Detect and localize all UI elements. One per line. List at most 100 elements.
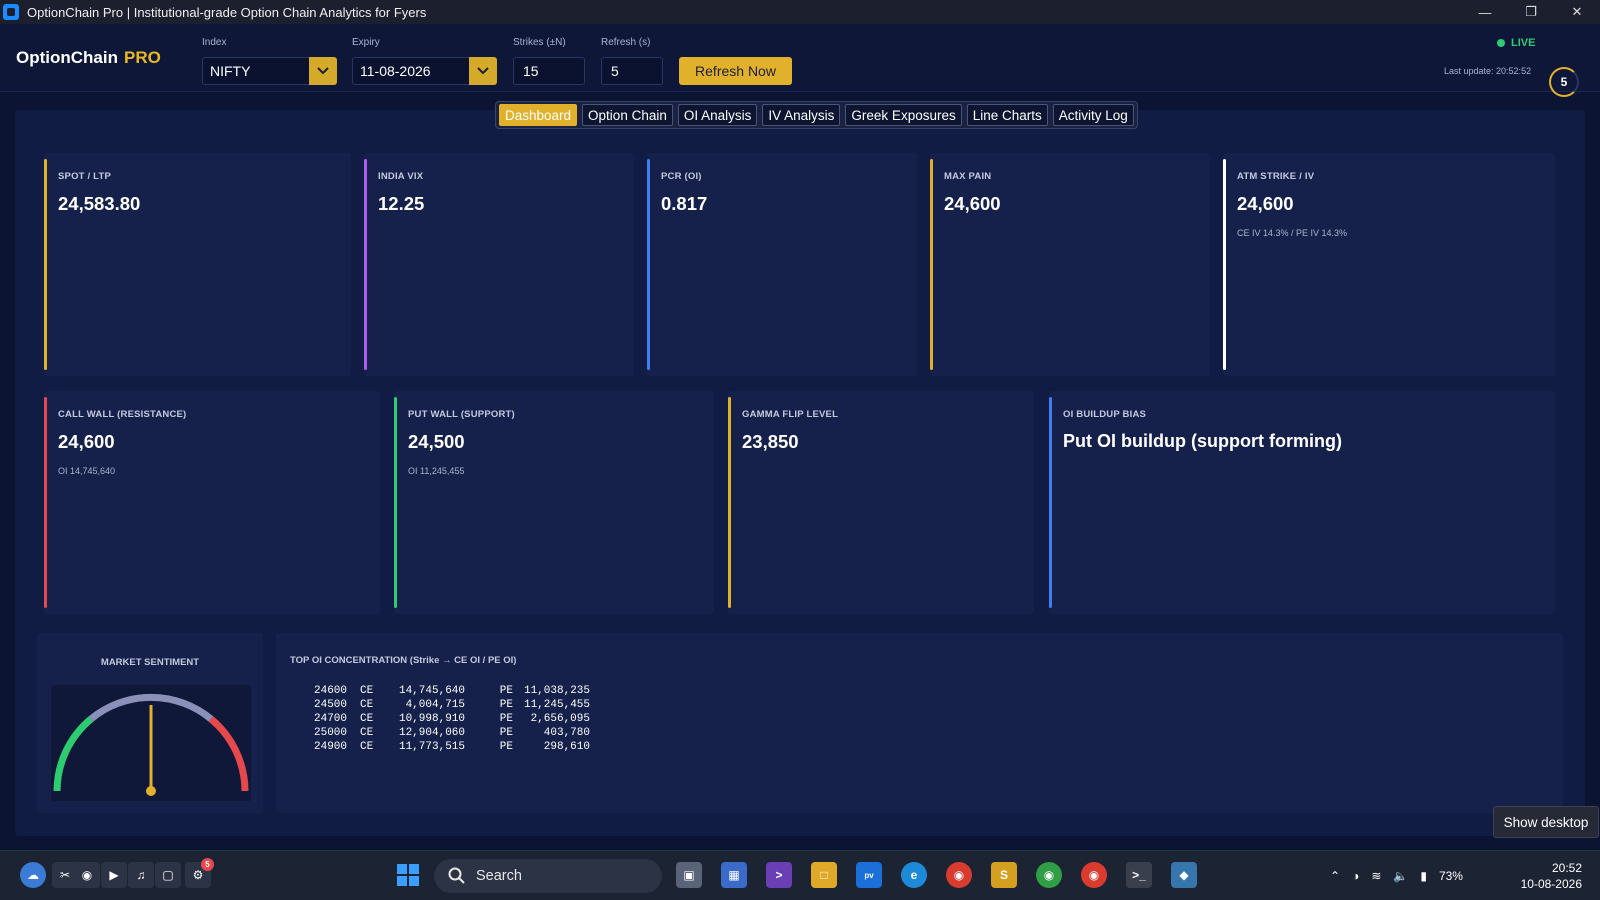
tab-line-charts[interactable]: Line Charts	[966, 104, 1048, 126]
window-icon[interactable]: ▢	[155, 862, 181, 888]
window-titlebar: OptionChain Pro | Institutional-grade Op…	[0, 0, 1600, 24]
gauge-arc-bullish	[208, 716, 249, 792]
close-button[interactable]: ✕	[1554, 0, 1600, 24]
terminal-icon[interactable]: >_	[1126, 862, 1152, 888]
chevron-down-icon[interactable]	[309, 57, 337, 85]
refresh-interval-input[interactable]	[601, 57, 663, 85]
microphone-icon[interactable]: ♫	[128, 862, 154, 888]
card-oi-buildup-bias: OI BUILDUP BIAS Put OI buildup (support …	[1049, 391, 1555, 614]
edge-icon[interactable]: e	[901, 862, 927, 888]
task-view-icon[interactable]: ▣	[676, 862, 702, 888]
window-title: OptionChain Pro | Institutional-grade Op…	[27, 4, 427, 20]
expiry-select[interactable]: 11-08-2026	[352, 57, 497, 85]
top-oi-table: 24600 CE 14,745,640 PE 11,038,235 24500 CE 4,00…	[314, 684, 590, 754]
card-accent	[394, 397, 397, 608]
python-app-icon[interactable]: ◆	[1171, 862, 1197, 888]
card-put-wall: PUT WALL (SUPPORT) 24,500 OI 11,245,455	[394, 391, 714, 614]
card-label: OI BUILDUP BIAS	[1063, 409, 1147, 420]
clock-time: 20:52	[1551, 861, 1582, 875]
ce-tag-cell: CE	[360, 741, 374, 753]
gauge-pivot	[146, 786, 156, 796]
tab-dashboard[interactable]: Dashboard	[499, 104, 578, 126]
refresh-now-button[interactable]: Refresh Now	[679, 57, 792, 85]
ce-oi-cell: 14,745,640	[398, 685, 465, 697]
window-controls: — ❐ ✕	[1462, 0, 1600, 24]
card-accent	[44, 397, 47, 608]
chevron-up-icon[interactable]: ⌃	[1330, 869, 1340, 883]
card-value: 0.817	[661, 193, 708, 214]
card-gamma-flip: GAMMA FLIP LEVEL 23,850	[728, 391, 1034, 614]
battery-icon[interactable]: ▮	[1420, 869, 1427, 883]
search-icon	[448, 867, 465, 884]
live-dot-icon	[1497, 39, 1505, 47]
chrome-profile-icon[interactable]: ◉	[1081, 862, 1107, 888]
chrome-icon[interactable]: ◉	[946, 862, 972, 888]
ce-tag-cell: CE	[360, 727, 374, 739]
tab-oi-analysis[interactable]: OI Analysis	[677, 104, 758, 126]
powershell-icon[interactable]: >	[766, 862, 792, 888]
ce-oi-cell: 11,773,515	[398, 741, 465, 753]
card-subtext: OI 11,245,455	[408, 466, 465, 476]
tab-activity-log[interactable]: Activity Log	[1052, 104, 1134, 126]
card-accent	[364, 159, 367, 370]
card-spot-ltp: SPOT / LTP 24,583.80	[44, 153, 351, 376]
sublime-icon[interactable]: S	[991, 862, 1017, 888]
ce-tag-cell: CE	[360, 699, 374, 711]
brand-suffix: PRO	[123, 48, 161, 67]
gauge-arc-bearish	[53, 716, 94, 792]
taskbar-search[interactable]: Search	[434, 859, 662, 893]
brand-logo: OptionChain PRO	[16, 48, 161, 68]
pe-tag-cell: PE	[499, 685, 513, 697]
prime-video-icon[interactable]: pv	[856, 862, 882, 888]
chrome-profile-icon[interactable]: ◉	[1036, 862, 1062, 888]
card-accent	[44, 159, 47, 370]
pe-tag-cell: PE	[499, 741, 513, 753]
camera-icon[interactable]: ◉	[74, 862, 100, 888]
strike-cell: 24900	[314, 741, 348, 753]
windows-start-icon[interactable]	[395, 862, 421, 888]
last-update-text: Last update: 20:52:52	[1444, 66, 1532, 76]
index-select[interactable]: NIFTY	[202, 57, 337, 85]
strikes-label: Strikes (±N)	[513, 37, 566, 48]
strike-cell: 24500	[314, 699, 348, 711]
card-value: 24,600	[58, 431, 115, 452]
strikes-input[interactable]	[513, 57, 585, 85]
pe-tag-cell: PE	[499, 713, 513, 725]
search-placeholder: Search	[476, 868, 522, 884]
pe-oi-cell: 403,780	[543, 727, 590, 739]
taskbar-clock[interactable]: 20:52 10-08-2026	[1512, 860, 1582, 892]
tab-option-chain[interactable]: Option Chain	[582, 104, 673, 126]
card-accent	[728, 397, 731, 608]
pe-oi-cell: 298,610	[543, 741, 590, 753]
ce-oi-cell: 10,998,910	[398, 713, 465, 725]
card-call-wall: CALL WALL (RESISTANCE) 24,600 OI 14,745,…	[44, 391, 380, 614]
pe-oi-cell: 11,245,455	[523, 699, 590, 711]
card-value: 24,583.80	[58, 193, 141, 214]
chevron-down-icon[interactable]	[469, 57, 497, 85]
minimize-button[interactable]: —	[1462, 0, 1508, 24]
weather-icon[interactable]: ☁	[20, 862, 46, 888]
card-accent	[1223, 159, 1226, 370]
settings-icon[interactable]: ⚙ 5	[185, 858, 214, 888]
file-explorer-icon[interactable]: □	[811, 862, 837, 888]
table-row: 24700 CE 10,998,910 PE 2,656,095	[314, 712, 590, 726]
card-label: CALL WALL (RESISTANCE)	[58, 409, 187, 420]
card-label: ATM STRIKE / IV	[1237, 171, 1315, 182]
taskbar: ☁ ✂ ◉ ▶ ♫ ▢ ⚙ 5 Search ▣ ▦ > □ pv e ◉ S …	[0, 850, 1600, 900]
expiry-value: 11-08-2026	[360, 63, 431, 79]
card-pcr: PCR (OI) 0.817	[647, 153, 917, 376]
vpn-icon[interactable]: ◑	[1352, 869, 1359, 883]
store-icon[interactable]: ▦	[721, 862, 747, 888]
refresh-countdown: 5	[1549, 67, 1579, 97]
clock-date: 10-08-2026	[1520, 877, 1582, 891]
restore-button[interactable]: ❐	[1508, 0, 1554, 24]
volume-icon[interactable]: 🔈	[1393, 869, 1408, 883]
tab-iv-analysis[interactable]: IV Analysis	[762, 104, 841, 126]
wifi-icon[interactable]: ≋	[1371, 869, 1381, 883]
card-accent	[930, 159, 933, 370]
card-india-vix: INDIA VIX 12.25	[364, 153, 634, 376]
video-icon[interactable]: ▶	[101, 862, 127, 888]
expiry-label: Expiry	[352, 37, 380, 48]
card-accent	[647, 159, 650, 370]
tab-greek-exposures[interactable]: Greek Exposures	[845, 104, 962, 126]
